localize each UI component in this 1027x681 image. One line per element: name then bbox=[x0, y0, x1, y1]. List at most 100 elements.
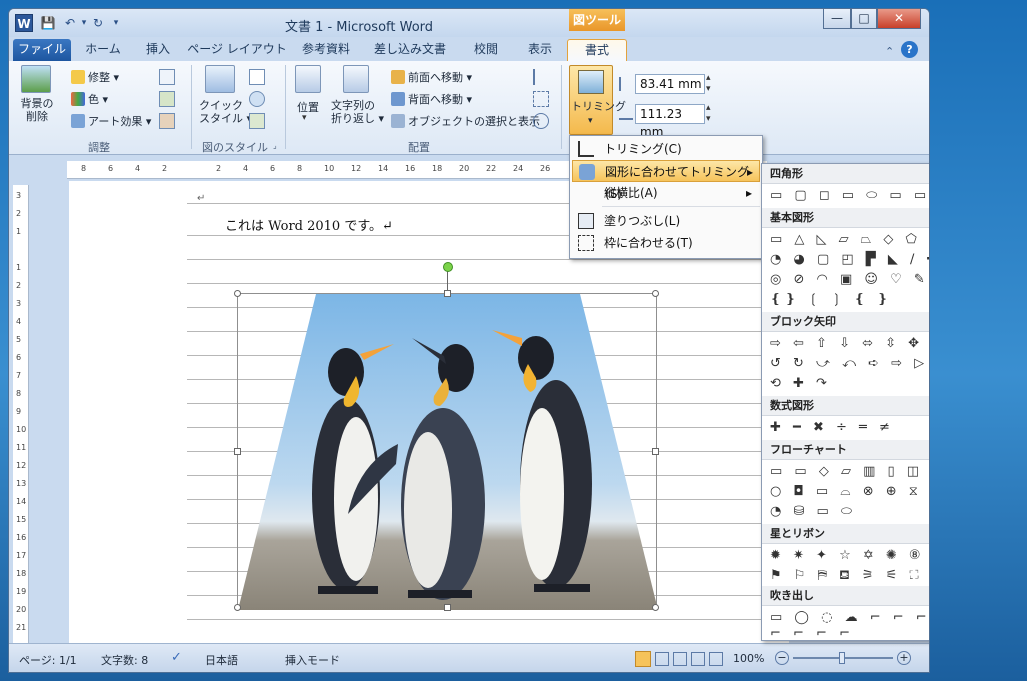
vertical-ruler[interactable]: 3 2 1 1 2 3 4 5 6 7 8 9 10 11 12 13 14 15 16 17 18 19 20 21 bbox=[13, 185, 29, 650]
help-icon[interactable]: ? bbox=[901, 41, 918, 58]
page-count[interactable]: ページ: 1/1 bbox=[19, 652, 77, 668]
shape-row[interactable]: ▭ ▭ ◇ ▱ ▥ ▯ ◫ ▭ ⬭ ◯ ⬭ ▽ bbox=[770, 464, 929, 480]
proofing-icon[interactable]: ✓ bbox=[171, 650, 187, 666]
position-dropdown-icon[interactable]: ▾ bbox=[302, 113, 307, 123]
shape-row[interactable]: ▭ ◯ ◌ ☁ ⌐ ⌐ ⌐ ⌐ ⌐ ⌐ ⌐ ⌐ bbox=[770, 610, 929, 626]
resize-handle[interactable] bbox=[652, 290, 659, 297]
resize-handle[interactable] bbox=[652, 604, 659, 611]
shape-row[interactable]: ⚑ ⚐ ⛿ ⛾ ⚞ ⚟ ⛶ ⛷ ⛸ bbox=[770, 568, 929, 584]
draft-view-icon[interactable] bbox=[709, 652, 723, 666]
print-layout-view-icon[interactable] bbox=[635, 651, 651, 667]
shape-row[interactable]: ◔ ⛁ ▭ ⬭ bbox=[770, 504, 929, 520]
shape-row[interactable]: ⇨ ⇦ ⇧ ⇩ ⬄ ⇳ ✥ ⬆ ↱ ↰ ↲ ↳ bbox=[770, 336, 929, 352]
dialog-launcher-icon[interactable]: ⌟ bbox=[273, 141, 277, 150]
close-button[interactable]: ✕ bbox=[877, 9, 921, 29]
shape-row[interactable]: ⟲ ✚ ↷ bbox=[770, 376, 929, 392]
zoom-slider-thumb[interactable] bbox=[839, 652, 845, 664]
quick-styles-icon[interactable] bbox=[205, 65, 235, 93]
web-layout-icon[interactable] bbox=[673, 652, 687, 666]
shape-row[interactable]: ▭ ▢ ◻ ▭ ⬭ ▭ ▭ ▭ ▭ bbox=[770, 188, 929, 204]
bring-forward-button[interactable]: 前面へ移動 ▾ bbox=[391, 69, 472, 85]
shape-row[interactable]: ▭ △ ◺ ▱ ⏢ ◇ ⬠ ⬡ ⑦ ⑧ ⑩ ⑫ bbox=[770, 232, 929, 248]
zoom-level[interactable]: 100% bbox=[733, 652, 764, 665]
penguins-picture[interactable] bbox=[238, 294, 658, 610]
tab-insert[interactable]: 挿入 bbox=[133, 39, 183, 61]
picture-layout-icon[interactable] bbox=[249, 113, 265, 129]
shape-row[interactable]: ↺ ↻ ⤻ ⤺ ➪ ⇨ ▷ ▶ ⇥ ⇤ ⇩ ⇧ bbox=[770, 356, 929, 372]
align-icon[interactable] bbox=[533, 69, 549, 85]
tab-view[interactable]: 表示 bbox=[515, 39, 565, 61]
menu-item-crop[interactable]: トリミング(C) bbox=[572, 138, 760, 160]
document-text[interactable]: これは Word 2010 です。↵ bbox=[225, 215, 393, 234]
shape-row[interactable]: ✹ ✷ ✦ ☆ ✡ ✺ ⑧ ⑩ ⑫ ⑯ ㉔ ㉜ bbox=[770, 548, 929, 564]
insert-mode[interactable]: 挿入モード bbox=[285, 652, 340, 668]
resize-handle[interactable] bbox=[444, 604, 451, 611]
artistic-effects-button[interactable]: アート効果 ▾ bbox=[71, 113, 151, 129]
resize-handle[interactable] bbox=[444, 290, 451, 297]
picture-effects-icon[interactable] bbox=[249, 91, 265, 107]
width-input[interactable]: 111.23 mm bbox=[635, 104, 705, 139]
shape-row[interactable]: ❴❵ ❲ ❳ ❴ ❵ bbox=[770, 292, 929, 308]
resize-handle[interactable] bbox=[234, 290, 241, 297]
redo-icon[interactable]: ↻ bbox=[89, 15, 107, 31]
ruler-tick-label: 8 bbox=[81, 164, 87, 173]
shape-row[interactable]: ✚ ━ ✖ ÷ ═ ≠ bbox=[770, 420, 929, 436]
wrap-text-icon[interactable] bbox=[343, 65, 369, 93]
tab-format[interactable]: 書式 bbox=[567, 39, 627, 61]
menu-item-aspect-ratio[interactable]: 縦横比(A) ▸ bbox=[572, 182, 760, 204]
selection-pane-button[interactable]: オブジェクトの選択と表示 bbox=[391, 113, 540, 129]
corrections-button[interactable]: 修整 ▾ bbox=[71, 69, 119, 85]
shape-row[interactable]: ◔ ◕ ▢ ◰ ▛ ◣ ∕ ✚ ⬭ ▭ ▭ ▤ bbox=[770, 252, 929, 268]
menu-item-fill[interactable]: 塗りつぶし(L) bbox=[572, 210, 760, 232]
wrap-text-button[interactable]: 文字列の 折り返し ▾ bbox=[331, 99, 384, 125]
tab-review[interactable]: 校閲 bbox=[461, 39, 511, 61]
quick-styles-button[interactable]: クイック スタイル ▾ bbox=[199, 99, 252, 125]
customize-qat-icon[interactable]: ▾ bbox=[107, 15, 125, 31]
shape-row[interactable]: ◎ ⊘ ◠ ▣ ☺ ♡ ✎ ✹ ☾ ☁ ⌒ ❲❳ bbox=[770, 272, 929, 288]
maximize-button[interactable]: □ bbox=[851, 9, 877, 29]
height-input[interactable]: 83.41 mm bbox=[635, 74, 705, 94]
minimize-ribbon-icon[interactable]: ⌃ bbox=[885, 45, 894, 58]
ruler-tick-label: 6 bbox=[270, 164, 276, 173]
picture-selection-frame[interactable] bbox=[234, 262, 659, 611]
zoom-in-button[interactable]: + bbox=[897, 651, 911, 665]
language[interactable]: 日本語 bbox=[205, 652, 238, 668]
height-spinner[interactable]: ▴ ▾ bbox=[706, 73, 711, 95]
send-backward-button[interactable]: 背面へ移動 ▾ bbox=[391, 91, 472, 107]
tab-mailings[interactable]: 差し込み文書 bbox=[367, 39, 453, 61]
word-logo-icon[interactable]: W bbox=[15, 14, 33, 32]
full-screen-reading-icon[interactable] bbox=[655, 652, 669, 666]
rotation-handle[interactable] bbox=[443, 262, 453, 272]
color-button[interactable]: 色 ▾ bbox=[71, 91, 108, 107]
minimize-button[interactable]: — bbox=[823, 9, 851, 29]
word-count[interactable]: 文字数: 8 bbox=[101, 652, 148, 668]
remove-background-icon[interactable] bbox=[21, 65, 51, 93]
outline-view-icon[interactable] bbox=[691, 652, 705, 666]
tab-page-layout[interactable]: ページ レイアウト bbox=[187, 39, 287, 61]
reset-picture-icon[interactable] bbox=[159, 113, 175, 129]
resize-handle[interactable] bbox=[652, 448, 659, 455]
remove-background-button[interactable]: 背景の 削除 bbox=[19, 97, 55, 123]
zoom-out-button[interactable]: − bbox=[775, 651, 789, 665]
menu-item-crop-to-shape[interactable]: 図形に合わせてトリミング(S) ▸ bbox=[572, 160, 760, 201]
position-icon[interactable] bbox=[295, 65, 321, 93]
position-button[interactable]: 位置 bbox=[297, 99, 319, 115]
width-spinner[interactable]: ▴ ▾ bbox=[706, 103, 711, 125]
change-picture-icon[interactable] bbox=[159, 91, 175, 107]
group-separator bbox=[285, 65, 286, 149]
compress-pictures-icon[interactable] bbox=[159, 69, 175, 85]
resize-handle[interactable] bbox=[234, 604, 241, 611]
group-objects-icon[interactable] bbox=[533, 91, 549, 107]
save-icon[interactable]: 💾 bbox=[39, 15, 57, 31]
rotate-icon[interactable] bbox=[533, 113, 549, 129]
tab-home[interactable]: ホーム bbox=[77, 39, 129, 61]
tab-file[interactable]: ファイル bbox=[13, 39, 71, 61]
picture-border-icon[interactable] bbox=[249, 69, 265, 85]
vruler-tick-label: 2 bbox=[16, 281, 22, 290]
shape-row[interactable]: ○ ◘ ▭ ⌓ ⊗ ⊕ ⧖ ◆ △ ▽ ◖ ◗ bbox=[770, 484, 929, 500]
shape-row[interactable]: ⌐ ⌐ ⌐ ⌐ bbox=[770, 626, 929, 638]
menu-item-fit[interactable]: 枠に合わせる(T) bbox=[572, 232, 760, 254]
tab-references[interactable]: 参考資料 bbox=[293, 39, 359, 61]
resize-handle[interactable] bbox=[234, 448, 241, 455]
crop-button[interactable]: トリミング ▾ bbox=[569, 65, 626, 135]
